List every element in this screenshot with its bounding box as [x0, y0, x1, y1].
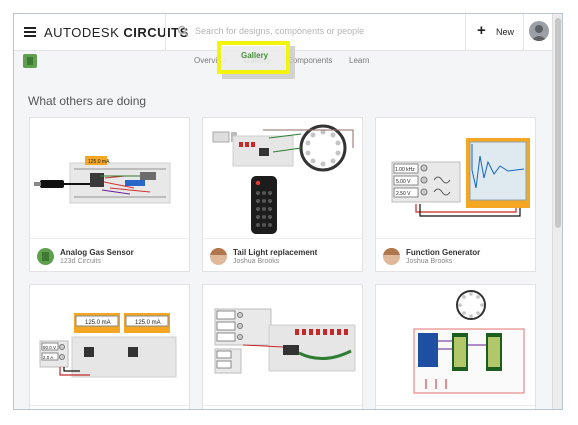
fg-v2-text: 2.50 V [396, 191, 411, 197]
project-card[interactable]: 125.0 mA 125.0 mA 50.0 V 2.0 A [29, 284, 190, 409]
search-box[interactable]: Search for designs, components or people [165, 14, 465, 51]
fg-freq-text: 1.00 kHz [395, 167, 415, 173]
card-title[interactable]: Function Generator [406, 248, 480, 257]
fg-v1-text: 5.00 V [396, 179, 411, 185]
browser-window: AUTODESK CIRCUITS Search for designs, co… [13, 13, 563, 410]
project-thumbnail[interactable]: 125.0 mA [30, 118, 189, 239]
project-card[interactable]: 1.00 kHz 5.00 V 2.50 V Function Generato… [375, 117, 536, 272]
card-author[interactable]: Joshua Brooks [233, 258, 279, 265]
project-thumbnail[interactable]: 125.0 mA 125.0 mA 50.0 V 2.0 A [30, 285, 189, 406]
circuit-thumbnail-led-array [214, 308, 356, 374]
user-photo-avatar [210, 248, 227, 265]
brand-prefix: AUTODESK [44, 25, 120, 40]
search-icon [177, 25, 189, 37]
new-button-label: New [496, 27, 515, 37]
tab-learn[interactable]: Learn [349, 56, 369, 65]
search-placeholder: Search for designs, components or people [195, 26, 365, 36]
highlighted-gallery-label: Gallery [241, 51, 269, 60]
gas-meter-text: 125.0 mA [88, 159, 110, 165]
project-thumbnail[interactable]: 1.00 kHz 5.00 V 2.50 V [376, 118, 535, 239]
plus-icon: + [477, 22, 486, 39]
circuit-thumbnail-arduino-lcd [413, 290, 525, 394]
card-meta: Analog Gas Sensor 123d Circuits [30, 240, 189, 272]
section-title: What others are doing [28, 94, 147, 108]
circuits-app-icon[interactable] [23, 54, 37, 68]
card-author[interactable]: Joshua Brooks [406, 258, 452, 265]
project-card[interactable]: 125.0 mA Analog Gas Sensor 123d Circuits [29, 117, 190, 272]
project-card[interactable] [375, 284, 536, 409]
user-photo-avatar [383, 248, 400, 265]
vertical-scrollbar[interactable] [552, 14, 562, 409]
card-title[interactable]: Analog Gas Sensor [60, 248, 134, 257]
project-thumbnail[interactable] [203, 285, 362, 406]
menu-icon[interactable] [24, 27, 36, 37]
account-button[interactable] [523, 14, 553, 51]
circuit-thumbnail-current-meters: 125.0 mA 125.0 mA 50.0 V 2.0 A [39, 313, 177, 378]
user-avatar-icon [529, 21, 549, 41]
circuit-thumbnail-function-gen: 1.00 kHz 5.00 V 2.50 V [391, 138, 530, 217]
circuit-thumbnail-tail-light [212, 124, 354, 234]
scrollbar-thumb[interactable] [555, 18, 561, 228]
project-thumbnail[interactable] [376, 285, 535, 406]
card-meta: Tail Light replacement Joshua Brooks [203, 240, 362, 272]
gallery-highlight-box: Gallery [217, 41, 290, 74]
project-card[interactable]: Tail Light replacement Joshua Brooks [202, 117, 363, 272]
ps-v-text: 50.0 V [43, 345, 56, 350]
card-title[interactable]: Tail Light replacement [233, 248, 317, 257]
project-thumbnail[interactable] [203, 118, 362, 239]
ps-a-text: 2.0 A [43, 355, 53, 360]
circuit-thumbnail-gas: 125.0 mA [34, 156, 171, 204]
new-button[interactable]: + New [465, 14, 523, 51]
green-logo-icon [37, 248, 54, 265]
card-meta: Function Generator Joshua Brooks [376, 240, 535, 272]
meter-a-text: 125.0 mA [85, 320, 111, 326]
card-author[interactable]: 123d Circuits [60, 258, 101, 265]
meter-b-text: 125.0 mA [135, 320, 161, 326]
project-card[interactable] [202, 284, 363, 409]
